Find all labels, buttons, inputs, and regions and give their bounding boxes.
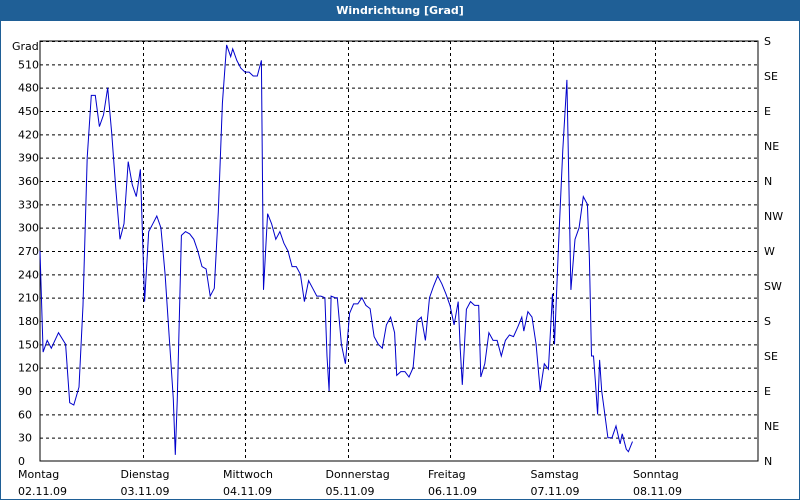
x-axis: Montag 02.11.09 Dienstag 03.11.09 Mittwoch 04… (18, 468, 682, 498)
y-tick-label: 60 (18, 408, 32, 421)
x-tick-date: 06.11.09 (428, 485, 477, 498)
y-tick-label: 30 (18, 432, 32, 445)
y-tick-label: 90 (18, 385, 32, 398)
x-tick-day: Sonntag (633, 468, 679, 481)
series-group (39, 44, 633, 455)
right-axis: N NE E SE S SW W NW N NE E SE S (764, 35, 783, 468)
series-line (39, 44, 633, 455)
right-axis-label: SE (764, 350, 778, 363)
y-tick-label: 120 (18, 362, 39, 375)
right-axis-label: NW (764, 210, 783, 223)
x-tick-date: 04.11.09 (223, 485, 272, 498)
x-tick-day: Samstag (531, 468, 579, 481)
right-axis-label: N (764, 175, 772, 188)
right-axis-label: N (764, 455, 772, 468)
x-tick-date: 03.11.09 (121, 485, 170, 498)
x-tick-date: 02.11.09 (18, 485, 67, 498)
right-axis-label: S (764, 315, 771, 328)
y-tick-label: 270 (18, 245, 39, 258)
y-tick-label: 450 (18, 105, 39, 118)
x-tick-day: Dienstag (121, 468, 170, 481)
y-tick-label: 210 (18, 292, 39, 305)
x-tick-day: Donnerstag (326, 468, 390, 481)
right-axis-label: SW (764, 280, 782, 293)
x-tick-day: Mittwoch (223, 468, 273, 481)
y-tick-label: 240 (18, 268, 39, 281)
y-tick-label: 330 (18, 198, 39, 211)
right-axis-label: E (764, 105, 771, 118)
y-tick-label: 360 (18, 175, 39, 188)
right-axis-label: SE (764, 70, 778, 83)
y-tick-label: 300 (18, 222, 39, 235)
y-tick-label: 510 (18, 58, 39, 71)
right-axis-label: S (764, 35, 771, 48)
y-tick-label: 480 (18, 82, 39, 95)
right-axis-label: E (764, 385, 771, 398)
x-tick-day: Montag (18, 468, 59, 481)
y-tick-label: 420 (18, 128, 39, 141)
x-tick-day: Freitag (428, 468, 466, 481)
y-tick-label: 0 (18, 455, 25, 468)
right-axis-label: NE (764, 420, 779, 433)
y-tick-label: 150 (18, 338, 39, 351)
y-tick-label: 180 (18, 315, 39, 328)
x-tick-date: 05.11.09 (326, 485, 375, 498)
y-axis: 0 30 60 90 120 150 180 210 240 270 300 330 360 390 420… (18, 58, 39, 468)
x-tick-date: 07.11.09 (531, 485, 580, 498)
y-axis-label: Grad (12, 40, 39, 53)
y-tick-label: 390 (18, 152, 39, 165)
right-axis-label: NE (764, 140, 779, 153)
x-tick-date: 08.11.09 (633, 485, 682, 498)
right-axis-label: W (764, 245, 775, 258)
wind-direction-chart: 0 30 60 90 120 150 180 210 240 270 300 330 360 390 420… (12, 35, 783, 498)
